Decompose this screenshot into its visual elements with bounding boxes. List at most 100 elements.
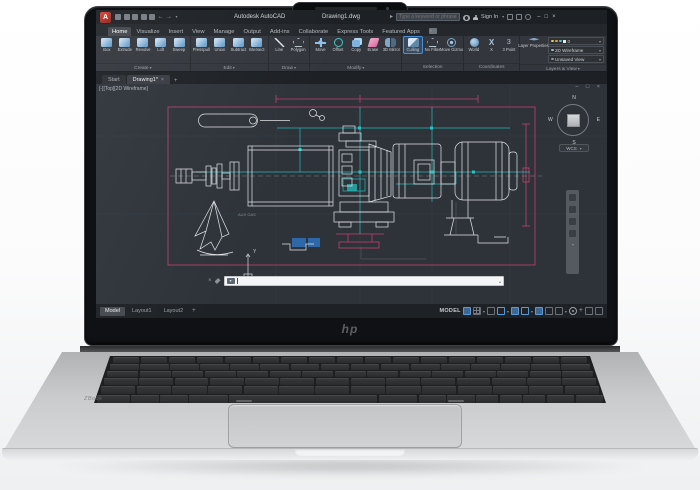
move-gizmo-button[interactable]: Move Gizmo: [440, 37, 464, 53]
compass-east-label[interactable]: E: [597, 117, 600, 123]
compass-west-label[interactable]: W: [548, 117, 553, 123]
undo-icon[interactable]: ←: [158, 14, 164, 20]
ortho-mode-icon[interactable]: [486, 307, 495, 315]
layout1-tab[interactable]: Layout1: [127, 307, 157, 316]
qat-dropdown-icon[interactable]: [175, 14, 178, 20]
layer-properties-button[interactable]: Layer Properties: [519, 37, 549, 63]
pan-icon[interactable]: [569, 206, 576, 213]
orbit-icon[interactable]: [569, 230, 576, 237]
tab-collaborate[interactable]: Collaborate: [295, 27, 333, 36]
search-icon[interactable]: [463, 14, 471, 21]
file-tab-start[interactable]: Start: [102, 75, 126, 84]
extrude-button[interactable]: Extrude: [116, 37, 133, 53]
search-box[interactable]: [396, 13, 461, 21]
clean-screen-icon[interactable]: [595, 307, 603, 315]
layer-select[interactable]: 0 ▾: [548, 37, 604, 45]
object-snap-icon[interactable]: [510, 307, 519, 315]
sign-in-button[interactable]: Sign In: [481, 14, 498, 20]
subtract-button[interactable]: Subtract: [230, 37, 247, 53]
presspull-button[interactable]: Presspull: [193, 37, 210, 53]
panel-label-draw[interactable]: Draw: [268, 63, 310, 71]
maximize-button[interactable]: □: [545, 14, 549, 20]
view-select[interactable]: Unsaved View ▾: [548, 55, 604, 63]
polar-tracking-icon[interactable]: [496, 307, 505, 315]
app-store-icon[interactable]: [507, 14, 514, 20]
customization-plus-icon[interactable]: +: [579, 307, 583, 315]
panel-label-layers-view[interactable]: Layers & View: [520, 64, 606, 72]
annotation-scale-icon[interactable]: [554, 307, 563, 315]
navigation-bar[interactable]: [566, 190, 579, 274]
loft-button[interactable]: Loft: [152, 37, 169, 53]
tab-manage[interactable]: Manage: [210, 27, 239, 36]
plot-icon[interactable]: [149, 14, 155, 20]
command-prompt-icon[interactable]: ▾: [226, 278, 235, 284]
tab-home[interactable]: Home: [108, 27, 132, 36]
visual-style-select[interactable]: 2D Wireframe ▾: [548, 46, 604, 54]
redo-icon[interactable]: →: [166, 14, 172, 20]
autocad-logo-icon[interactable]: A: [100, 11, 111, 23]
minimize-button[interactable]: –: [537, 14, 540, 20]
erase-button[interactable]: Erase: [365, 37, 382, 53]
new-layout-button[interactable]: +: [190, 308, 198, 314]
annotation-visibility-icon[interactable]: [534, 307, 543, 315]
wcs-dropdown[interactable]: WCS: [559, 144, 589, 152]
viewport-controls-label[interactable]: [-][Top][2D Wireframe]: [99, 86, 148, 92]
save-as-icon[interactable]: [140, 14, 147, 20]
ucs-3point-button[interactable]: 33 Point: [501, 37, 517, 53]
intersect-button[interactable]: Intersect: [248, 37, 265, 53]
model-space-viewport[interactable]: Y X AUX GAS [-][Top][2D Wireframe] – □ ×…: [96, 84, 607, 304]
open-file-icon[interactable]: [123, 14, 130, 20]
mirror-3d-button[interactable]: 3D Mirror: [382, 37, 400, 53]
ucs-x-button[interactable]: XX: [483, 37, 499, 53]
zoom-icon[interactable]: [569, 218, 576, 225]
panel-label-modify[interactable]: Modify: [310, 63, 402, 71]
copy-button[interactable]: Copy: [348, 37, 365, 53]
move-button[interactable]: Move: [312, 37, 329, 53]
polygon-button[interactable]: Polygon: [289, 37, 307, 53]
offset-button[interactable]: Offset: [330, 37, 347, 53]
drawing-window-controls[interactable]: – □ ×: [575, 84, 603, 90]
expand-history-icon[interactable]: ▴: [499, 279, 501, 284]
culling-button[interactable]: Culling: [403, 36, 424, 54]
save-icon[interactable]: [132, 14, 138, 20]
tab-addins[interactable]: Add-ins: [266, 27, 294, 36]
isolate-objects-icon[interactable]: [585, 307, 593, 315]
revolve-button[interactable]: Revolve: [134, 37, 151, 53]
chevron-down-icon[interactable]: ▾: [565, 309, 567, 314]
viewcube[interactable]: N S W E WCS: [548, 94, 600, 152]
panel-label-edit[interactable]: Edit: [190, 63, 268, 71]
help-icon[interactable]: [525, 14, 532, 20]
close-command-icon[interactable]: ×: [208, 278, 212, 284]
ribbon-display-toggle-icon[interactable]: [428, 28, 437, 34]
close-button[interactable]: ×: [552, 14, 556, 20]
navbar-more-icon[interactable]: [571, 242, 574, 248]
workspace-gear-icon[interactable]: [568, 307, 577, 315]
sweep-button[interactable]: Sweep: [171, 37, 188, 53]
world-ucs-button[interactable]: World: [466, 37, 482, 53]
user-icon[interactable]: [473, 14, 479, 20]
union-button[interactable]: Union: [211, 37, 228, 53]
search-history-icon[interactable]: ▸: [390, 14, 393, 20]
viewcube-top-face[interactable]: [567, 114, 580, 127]
box-button[interactable]: Box: [98, 37, 115, 53]
panel-label-create[interactable]: Create: [96, 63, 190, 71]
chevron-down-icon[interactable]: ▾: [483, 309, 485, 314]
sign-in-dropdown-icon[interactable]: [501, 14, 504, 20]
model-tab[interactable]: Model: [100, 306, 125, 316]
model-space-indicator[interactable]: MODEL: [439, 308, 460, 314]
tab-output[interactable]: Output: [240, 27, 265, 36]
chevron-down-icon[interactable]: ▾: [531, 309, 533, 314]
tab-visualize[interactable]: Visualize: [132, 27, 163, 36]
full-navigation-wheel-icon[interactable]: [569, 194, 576, 201]
panel-label-selection[interactable]: Selection: [402, 63, 464, 71]
tab-insert[interactable]: Insert: [165, 27, 188, 36]
command-input[interactable]: ▾ ▴: [223, 276, 504, 286]
chevron-down-icon[interactable]: ▾: [507, 309, 509, 314]
autoscale-icon[interactable]: [544, 307, 553, 315]
customize-wrench-icon[interactable]: [214, 278, 221, 284]
line-button[interactable]: Line: [271, 37, 289, 53]
panel-label-coordinates[interactable]: Coordinates: [464, 63, 519, 71]
file-tab-drawing1[interactable]: Drawing1* ×: [126, 75, 170, 84]
dynamic-input-icon[interactable]: [520, 307, 529, 315]
grid-display-icon[interactable]: [472, 307, 481, 315]
